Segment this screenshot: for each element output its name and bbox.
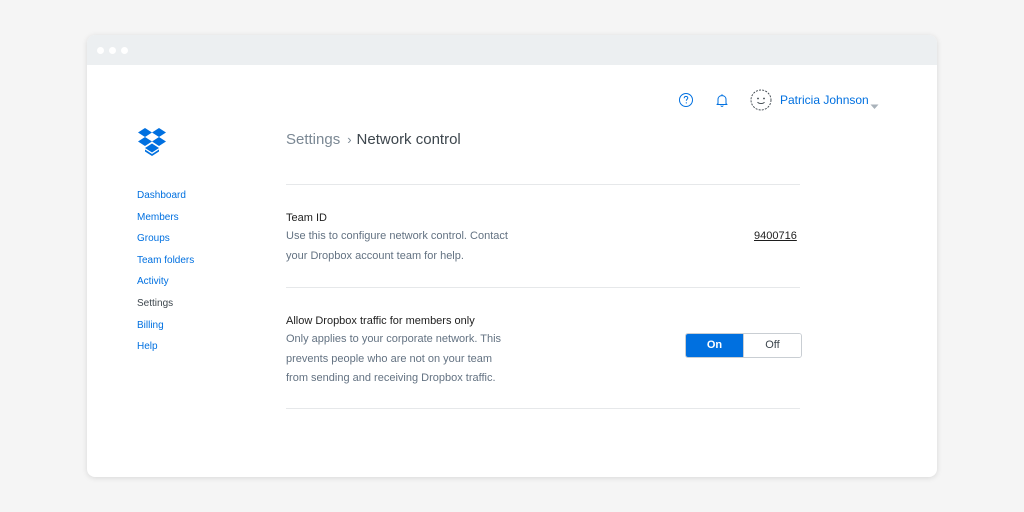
section-divider-middle (286, 287, 800, 288)
sidebar-item-groups[interactable]: Groups (137, 231, 194, 253)
user-menu-name[interactable]: Patricia Johnson (780, 93, 869, 107)
window-titlebar (87, 35, 937, 65)
traffic-setting-description: Only applies to your corporate network. … (286, 333, 502, 384)
breadcrumb-separator: › (347, 132, 352, 147)
window-dot-1 (97, 47, 104, 54)
toggle-off-button[interactable]: Off (743, 334, 801, 357)
team-id-description: Use this to configure network control. C… (286, 230, 508, 262)
sidebar-item-settings[interactable]: Settings (137, 296, 194, 318)
sidebar-item-help[interactable]: Help (137, 339, 194, 361)
bell-icon[interactable] (714, 92, 730, 108)
team-id-title: Team ID (286, 212, 327, 224)
sidebar-item-members[interactable]: Members (137, 210, 194, 232)
dropbox-logo-icon[interactable] (137, 127, 167, 159)
traffic-setting-title: Allow Dropbox traffic for members only (286, 315, 475, 327)
team-id-value[interactable]: 9400716 (754, 230, 797, 242)
window-dot-3 (121, 47, 128, 54)
sidebar-item-dashboard[interactable]: Dashboard (137, 188, 194, 210)
section-divider-bottom (286, 408, 800, 409)
help-icon[interactable] (678, 92, 694, 108)
avatar[interactable] (750, 89, 772, 111)
breadcrumb-settings-link[interactable]: Settings (286, 131, 340, 148)
sidebar-item-activity[interactable]: Activity (137, 274, 194, 296)
traffic-toggle: On Off (685, 333, 802, 358)
breadcrumb: Settings › Network control (286, 131, 461, 148)
sidebar-item-billing[interactable]: Billing (137, 318, 194, 340)
chevron-down-icon[interactable] (870, 97, 879, 109)
window-dot-2 (109, 47, 116, 54)
sidebar-item-team-folders[interactable]: Team folders (137, 253, 194, 275)
page-title: Network control (356, 131, 461, 148)
toggle-on-button[interactable]: On (686, 334, 743, 357)
section-divider-top (286, 184, 800, 185)
app-window: Patricia Johnson Dashboard Members Group… (87, 35, 937, 477)
sidebar-nav: Dashboard Members Groups Team folders Ac… (137, 188, 194, 361)
